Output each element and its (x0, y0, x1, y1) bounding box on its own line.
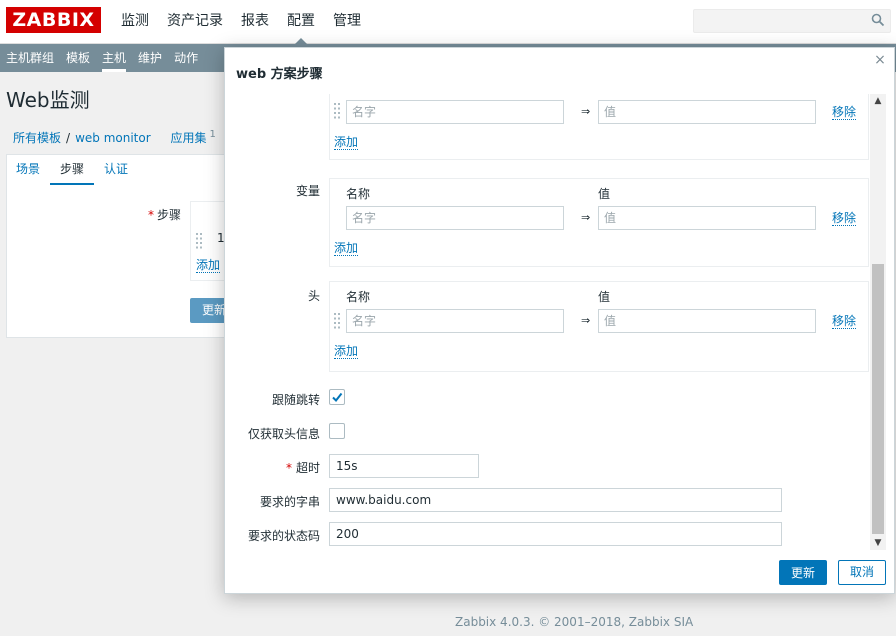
remove-variable-link[interactable]: 移除 (832, 211, 857, 226)
headers-col-value: 值 (598, 290, 611, 304)
drag-handle-icon[interactable] (334, 313, 340, 329)
variables-label: 变量 (295, 184, 320, 198)
subnav-actions[interactable]: 动作 (168, 44, 204, 72)
variables-col-value: 值 (598, 187, 611, 201)
remove-query-link[interactable]: 移除 (832, 105, 857, 120)
subnav-templates[interactable]: 模板 (60, 44, 96, 72)
breadcrumb: 所有模板 / web monitor 应用集 1 (13, 129, 216, 146)
arrow-icon: ⇒ (581, 105, 591, 118)
dialog-title: web 方案步骤 (236, 67, 323, 82)
dialog-scrollbar[interactable]: ▲ ▼ (870, 94, 886, 550)
footer: Zabbix 4.0.3. © 2001–2018, Zabbix SIA (455, 615, 694, 629)
timeout-label: * 超时 (285, 461, 320, 475)
nav-administration[interactable]: 管理 (324, 0, 370, 44)
retrieve-headers-only-label: 仅获取头信息 (247, 427, 320, 441)
breadcrumb-template[interactable]: web monitor (75, 131, 151, 145)
top-header: ZABBIX 监测 资产记录 报表 配置 管理 (0, 0, 896, 44)
add-variable-link[interactable]: 添加 (334, 241, 359, 256)
nav-monitoring[interactable]: 监测 (112, 0, 158, 44)
subnav-hosts[interactable]: 主机 (96, 44, 132, 72)
zabbix-logo[interactable]: ZABBIX (6, 7, 101, 33)
applications-count: 1 (209, 129, 216, 140)
scrollbar-thumb[interactable] (872, 264, 884, 534)
arrow-icon: ⇒ (581, 314, 591, 327)
search-input[interactable] (693, 9, 891, 33)
variable-name-input[interactable]: 名字 (346, 206, 564, 230)
required-string-label: 要求的字串 (259, 495, 320, 509)
drag-handle-icon[interactable] (334, 103, 340, 119)
query-fields-box: 名字 ⇒ 值 移除 添加 (329, 94, 869, 160)
required-string-input[interactable]: www.baidu.com (329, 488, 782, 512)
query-name-input[interactable]: 名字 (346, 100, 564, 124)
tab-authentication[interactable]: 认证 (94, 154, 138, 185)
breadcrumb-all-templates[interactable]: 所有模板 (13, 131, 61, 145)
add-header-link[interactable]: 添加 (334, 344, 359, 359)
variables-box: 名称 值 名字 ⇒ 值 移除 添加 (329, 178, 869, 267)
close-icon[interactable]: × (874, 53, 886, 67)
header-name-input[interactable]: 名字 (346, 309, 564, 333)
scroll-down-icon[interactable]: ▼ (870, 536, 886, 550)
remove-header-link[interactable]: 移除 (832, 314, 857, 329)
add-step-link[interactable]: 添加 (196, 258, 221, 273)
breadcrumb-applications[interactable]: 应用集 (170, 131, 206, 145)
cancel-button[interactable]: 取消 (838, 560, 886, 585)
header-value-input[interactable]: 值 (598, 309, 816, 333)
update-button[interactable]: 更新 (779, 560, 827, 585)
steps-label: * 步骤 (148, 208, 182, 222)
required-status-codes-label: 要求的状态码 (247, 529, 320, 543)
required-status-codes-input[interactable]: 200 (329, 522, 782, 546)
breadcrumb-separator: / (66, 131, 71, 145)
footer-link[interactable]: Zabbix SIA (629, 615, 693, 629)
subnav-maintenance[interactable]: 维护 (132, 44, 168, 72)
nav-reports[interactable]: 报表 (232, 0, 278, 44)
timeout-input[interactable]: 15s (329, 454, 479, 478)
subnav-host-groups[interactable]: 主机群组 (0, 44, 60, 72)
web-scenario-step-dialog: web 方案步骤 × 名字 ⇒ 值 移除 添加 变量 名称 值 名字 ⇒ 值 移… (224, 47, 895, 594)
retrieve-headers-only-checkbox[interactable] (329, 423, 345, 439)
nav-inventory[interactable]: 资产记录 (158, 0, 232, 44)
background-tabs: 场景 步骤 认证 (6, 154, 138, 185)
dialog-body: 名字 ⇒ 值 移除 添加 变量 名称 值 名字 ⇒ 值 移除 添加 头 名称 值… (225, 94, 870, 550)
tab-scenario[interactable]: 场景 (6, 154, 50, 185)
tab-steps[interactable]: 步骤 (50, 154, 95, 185)
headers-label: 头 (307, 289, 320, 303)
main-nav: 监测 资产记录 报表 配置 管理 (112, 0, 370, 44)
check-icon (332, 392, 343, 403)
headers-box: 名称 值 名字 ⇒ 值 移除 添加 (329, 281, 869, 372)
follow-redirects-checkbox[interactable] (329, 389, 345, 405)
search-icon[interactable] (871, 13, 885, 27)
variables-col-name: 名称 (346, 187, 371, 201)
nav-configuration[interactable]: 配置 (278, 0, 324, 44)
arrow-icon: ⇒ (581, 211, 591, 224)
scroll-up-icon[interactable]: ▲ (870, 94, 886, 108)
add-query-link[interactable]: 添加 (334, 135, 359, 150)
drag-handle-icon[interactable] (196, 233, 202, 249)
variable-value-input[interactable]: 值 (598, 206, 816, 230)
headers-col-name: 名称 (346, 290, 371, 304)
query-value-input[interactable]: 值 (598, 100, 816, 124)
page-title: Web监测 (6, 88, 90, 112)
follow-redirects-label: 跟随跳转 (271, 393, 320, 407)
